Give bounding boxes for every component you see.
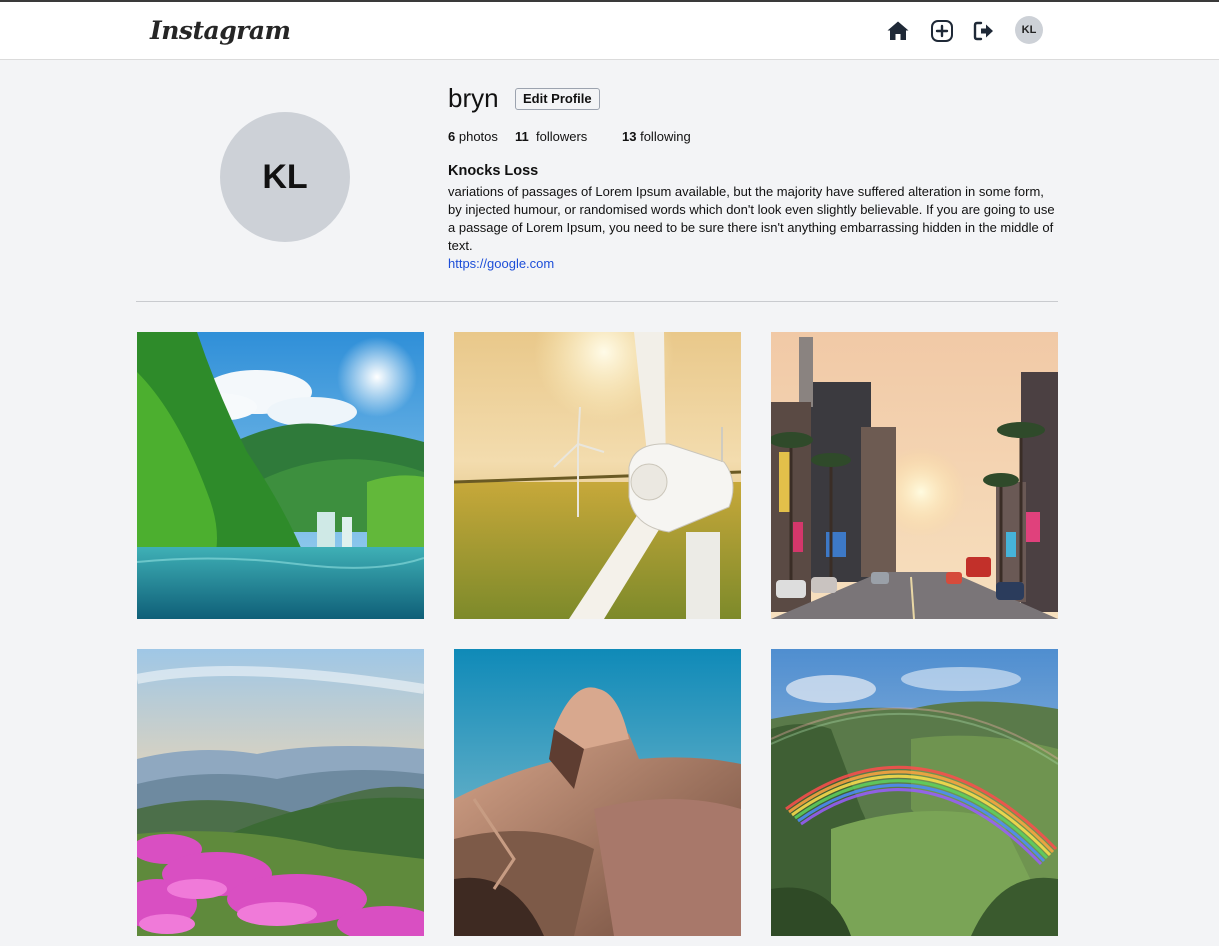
profile-divider [136, 301, 1058, 302]
photo-thumbnail[interactable] [454, 332, 741, 619]
followers-label: followers [535, 129, 588, 144]
profile-avatar: KL [220, 112, 350, 242]
plus-square-icon[interactable] [930, 19, 954, 43]
sign-out-icon[interactable] [972, 19, 996, 43]
photo-thumbnail[interactable] [454, 649, 741, 936]
photos-label: photos [458, 129, 498, 144]
photo-thumbnail[interactable] [137, 649, 424, 936]
followers-count: 11 [515, 129, 529, 144]
stat-followers[interactable]: 11 followers [515, 129, 587, 144]
profile-website-link[interactable]: https://google.com [448, 256, 554, 271]
home-icon[interactable] [886, 19, 910, 43]
instagram-logo[interactable]: Instagram [150, 16, 291, 45]
profile-username: bryn [448, 83, 499, 113]
photo-thumbnail[interactable] [771, 649, 1058, 936]
edit-profile-button[interactable]: Edit Profile [515, 88, 600, 110]
profile-bio: variations of passages of Lorem Ipsum av… [448, 184, 1055, 253]
photo-thumbnail[interactable] [771, 332, 1058, 619]
stat-photos: 6 photos [448, 129, 498, 144]
top-nav-bar: Instagram KL [0, 2, 1219, 60]
following-count: 13 [622, 129, 637, 144]
profile-full-name: Knocks Loss [448, 163, 539, 179]
photos-count: 6 [448, 129, 456, 144]
stat-following[interactable]: 13 following [622, 129, 691, 144]
nav-avatar[interactable]: KL [1015, 16, 1043, 44]
following-label: following [640, 129, 691, 144]
photo-thumbnail[interactable] [137, 332, 424, 619]
